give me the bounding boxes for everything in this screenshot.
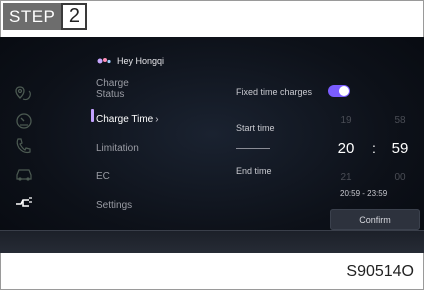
step-label: STEP [3,3,62,30]
menu-ec[interactable]: EC [96,171,110,182]
menu-charge-status-line2: Status [96,89,125,100]
phone-icon[interactable] [14,137,34,155]
menu-charge-time-label: Charge Time [96,114,154,125]
time-separator: : [372,140,376,156]
minute-prev[interactable]: 58 [385,115,415,126]
confirm-button[interactable]: Confirm [330,209,420,230]
menu-charge-status-line1: Charge [96,78,129,89]
end-time-label: End time [236,166,272,176]
hour-next[interactable]: 21 [331,172,361,183]
hour-selected[interactable]: 20 [331,140,361,157]
gauge-icon[interactable] [14,112,34,130]
menu-limitation[interactable]: Limitation [96,143,139,154]
infotainment-screen: Hey Hongqi Charge Status Charge Time › Li… [0,37,424,253]
fixed-time-label: Fixed time charges [236,87,313,97]
start-end-divider [236,148,270,149]
fixed-time-toggle[interactable] [328,85,350,97]
menu-settings[interactable]: Settings [96,200,132,211]
active-menu-indicator [91,109,94,122]
minute-selected[interactable]: 59 [385,140,415,157]
car-icon[interactable] [14,165,34,183]
step-indicator: STEP 2 [3,3,88,30]
step-number: 2 [61,3,88,30]
menu-charge-time[interactable]: Charge Time › [96,114,159,125]
user-greeting: Hey Hongqi [97,56,164,66]
route-pin-icon[interactable] [14,85,34,103]
time-range: 20:59 - 23:59 [340,189,388,198]
assistant-icon [97,58,111,64]
figure-code: S90514O [346,263,414,280]
minute-next[interactable]: 00 [385,172,415,183]
user-greeting-text: Hey Hongqi [117,56,165,66]
menu-charge-status[interactable]: Charge Status [96,78,129,100]
hour-prev[interactable]: 19 [331,115,361,126]
chevron-right-icon: › [155,114,159,125]
start-time-label: Start time [236,123,275,133]
toggle-knob [339,86,349,96]
charging-plug-icon[interactable] [14,194,34,212]
bottom-bar [0,230,424,253]
